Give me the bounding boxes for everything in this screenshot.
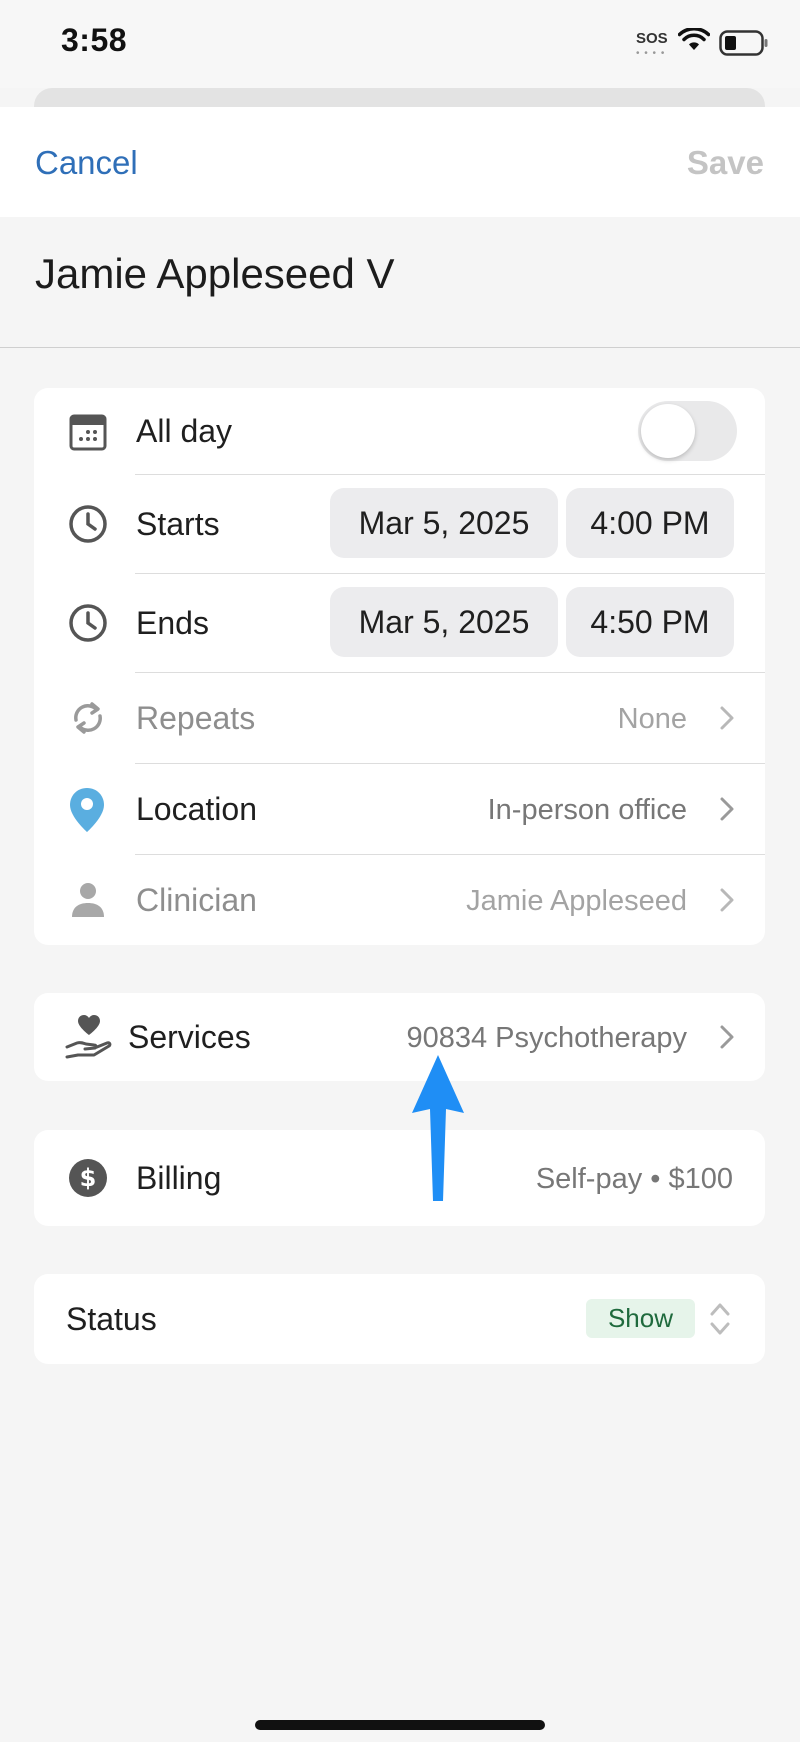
status-bar: 3:58 SOS • • • • bbox=[0, 0, 800, 88]
header-divider bbox=[0, 347, 800, 348]
end-time-picker[interactable]: 4:50 PM bbox=[566, 587, 734, 657]
cancel-button[interactable]: Cancel bbox=[35, 144, 138, 182]
all-day-row: All day bbox=[34, 388, 765, 476]
services-label: Services bbox=[128, 1019, 251, 1055]
starts-row: Starts Mar 5, 2025 4:00 PM bbox=[34, 475, 765, 573]
person-icon bbox=[72, 883, 104, 917]
chevron-right-icon bbox=[720, 888, 734, 912]
save-button[interactable]: Save bbox=[687, 144, 764, 182]
billing-card[interactable]: $ Billing Self-pay • $100 bbox=[34, 1130, 765, 1226]
chevron-right-icon bbox=[720, 1025, 734, 1049]
sos-indicator: SOS bbox=[636, 30, 668, 47]
home-indicator bbox=[255, 1720, 545, 1730]
sort-chevrons-icon[interactable] bbox=[709, 1300, 731, 1338]
wifi-icon bbox=[678, 28, 710, 50]
dollar-circle-icon: $ bbox=[69, 1159, 107, 1197]
chevron-right-icon bbox=[720, 706, 734, 730]
clinician-row[interactable]: Clinician Jamie Appleseed bbox=[34, 855, 765, 945]
ends-row: Ends Mar 5, 2025 4:50 PM bbox=[34, 574, 765, 672]
svg-text:$: $ bbox=[80, 1164, 97, 1192]
all-day-toggle[interactable] bbox=[638, 401, 737, 461]
services-card[interactable]: Services 90834 Psychotherapy bbox=[34, 993, 765, 1081]
end-date-picker[interactable]: Mar 5, 2025 bbox=[330, 587, 558, 657]
status-badge: Show bbox=[585, 1299, 695, 1338]
repeat-icon bbox=[74, 702, 102, 734]
calendar-icon bbox=[69, 414, 107, 451]
clock-icon bbox=[69, 505, 107, 543]
client-name-title: Jamie Appleseed V bbox=[35, 250, 395, 297]
toggle-knob bbox=[641, 404, 695, 458]
status-card[interactable]: Status Show bbox=[34, 1274, 765, 1364]
starts-label: Starts bbox=[136, 506, 220, 542]
clinician-label: Clinician bbox=[136, 882, 257, 918]
appointment-details-card: All day Starts Mar 5, 2025 4:00 PM Ends … bbox=[34, 388, 765, 945]
ends-label: Ends bbox=[136, 605, 209, 641]
annotation-arrow-icon bbox=[412, 1055, 464, 1201]
location-label: Location bbox=[136, 791, 257, 827]
clock-icon bbox=[69, 604, 107, 642]
start-date-picker[interactable]: Mar 5, 2025 bbox=[330, 488, 558, 558]
services-value: 90834 Psychotherapy bbox=[406, 1022, 687, 1054]
repeats-row[interactable]: Repeats None bbox=[34, 673, 765, 763]
status-label: Status bbox=[66, 1301, 157, 1337]
location-pin-icon bbox=[70, 788, 104, 832]
billing-value: Self-pay • $100 bbox=[535, 1163, 733, 1195]
start-time-picker[interactable]: 4:00 PM bbox=[566, 488, 734, 558]
repeats-label: Repeats bbox=[136, 700, 256, 736]
repeats-value: None bbox=[617, 703, 687, 735]
location-row[interactable]: Location In-person office bbox=[34, 764, 765, 854]
clinician-value: Jamie Appleseed bbox=[466, 885, 687, 917]
location-value: In-person office bbox=[487, 794, 687, 826]
battery-icon bbox=[719, 30, 768, 56]
hand-heart-icon bbox=[65, 1015, 112, 1059]
clock-time: 3:58 bbox=[61, 22, 128, 58]
all-day-label: All day bbox=[136, 413, 233, 449]
signal-dots: • • • • bbox=[636, 48, 666, 59]
chevron-right-icon bbox=[720, 797, 734, 821]
billing-label: Billing bbox=[136, 1160, 222, 1196]
